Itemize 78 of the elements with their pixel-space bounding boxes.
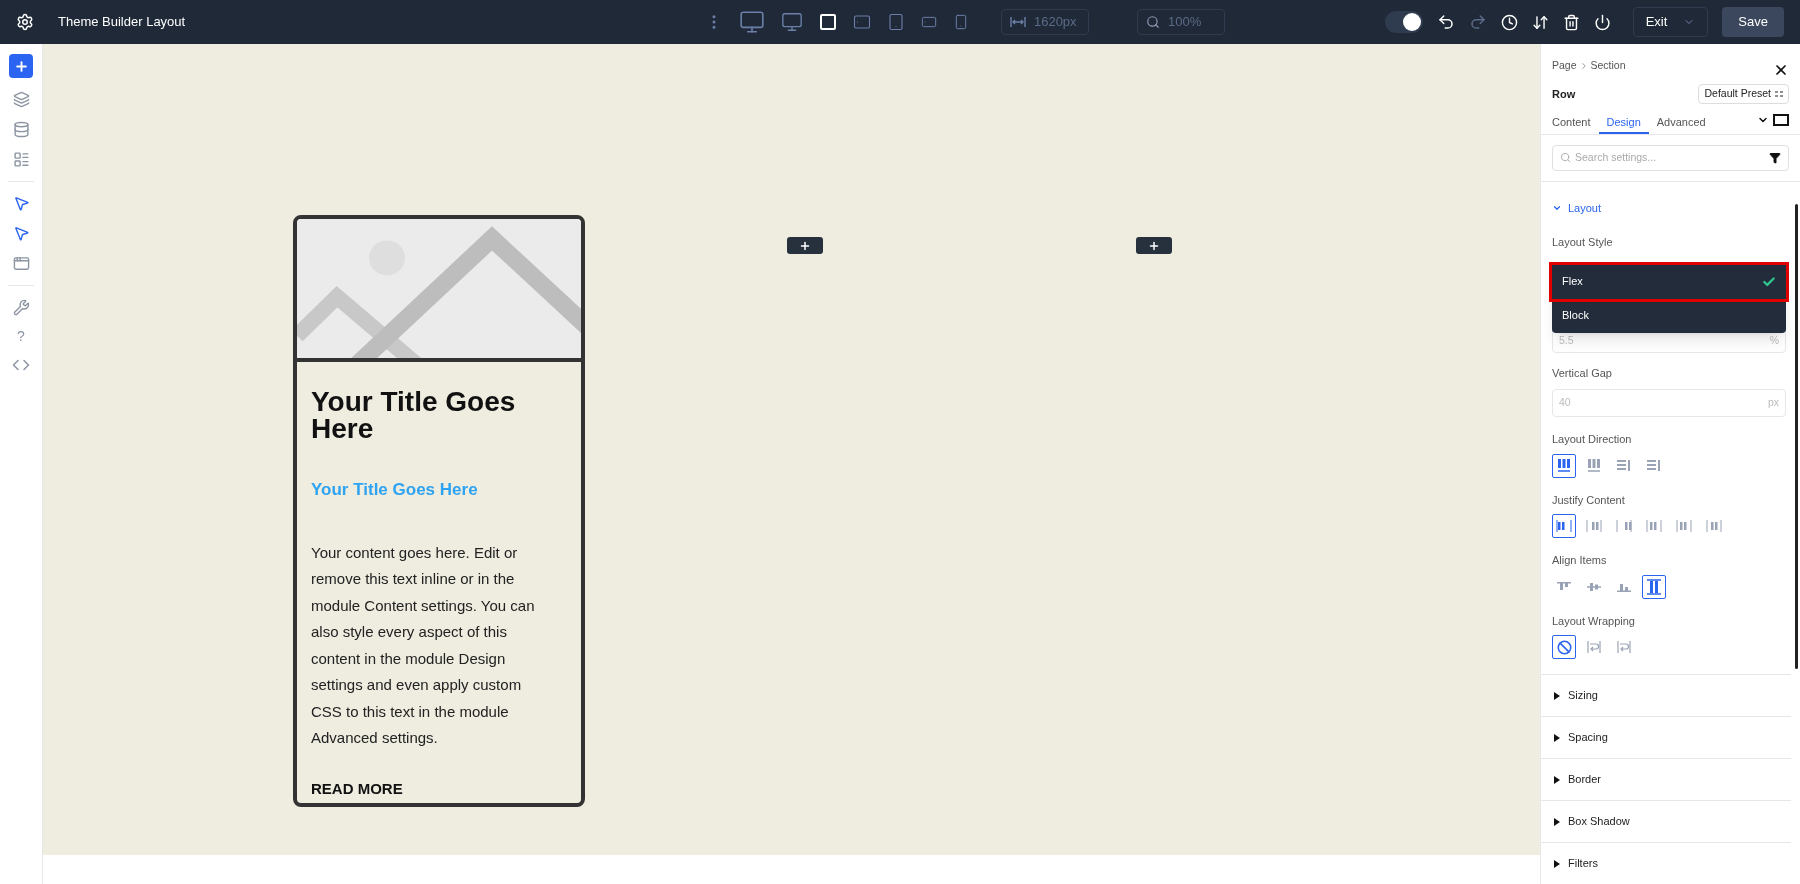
search-icon xyxy=(1560,152,1571,163)
preset-icon xyxy=(1775,91,1783,97)
section-title[interactable]: Layout xyxy=(1568,199,1602,216)
justify-option-icon xyxy=(1616,518,1632,534)
trash-icon[interactable] xyxy=(1562,13,1580,31)
plus-icon xyxy=(13,58,29,74)
option-button[interactable] xyxy=(1642,574,1666,599)
cursor-icon[interactable] xyxy=(12,195,30,212)
search-icon xyxy=(1145,15,1160,29)
sort-icon[interactable] xyxy=(1531,13,1549,31)
card-subtitle: Your Title Goes Here xyxy=(311,479,479,501)
section-header[interactable]: Sizing xyxy=(1541,674,1791,716)
option-button[interactable] xyxy=(1552,514,1576,538)
plus-icon xyxy=(799,239,811,252)
breadcrumb-link[interactable]: Page xyxy=(1552,58,1577,74)
field-label: Align Items xyxy=(1552,553,1608,568)
justify-option-icon xyxy=(1556,518,1572,534)
undo-icon[interactable] xyxy=(1436,13,1455,31)
field-label: Justify Content xyxy=(1552,492,1626,508)
breadcrumb-link[interactable]: Section xyxy=(1590,58,1626,74)
close-icon[interactable] xyxy=(1773,62,1789,78)
tools-icon[interactable] xyxy=(12,299,30,316)
cursor-icon[interactable] xyxy=(12,225,30,242)
card-body: Your content goes here. Edit or remove this text inline or in the module Content settings. You can also style every aspect of this content in the module Design settings and even apply custom CSS to this text in the module Advanced settings. xyxy=(311,542,536,748)
align-option-icon xyxy=(1586,581,1602,592)
plus-icon xyxy=(1148,239,1160,252)
settings-icon[interactable] xyxy=(16,13,34,31)
field-label: Layout Direction xyxy=(1552,432,1633,447)
justify-option-icon xyxy=(1706,518,1722,534)
align-option-icon xyxy=(1556,581,1572,592)
scrollbar[interactable] xyxy=(1795,204,1798,669)
layers-icon[interactable] xyxy=(12,91,30,108)
list-icon[interactable] xyxy=(12,151,30,168)
section-header[interactable]: Box Shadow xyxy=(1541,800,1791,842)
field-label: Vertical Gap xyxy=(1552,365,1613,381)
option-button[interactable] xyxy=(1552,635,1576,659)
direction-option-icon xyxy=(1646,457,1662,474)
add-button[interactable] xyxy=(9,54,33,78)
element-name: Row xyxy=(1552,86,1576,102)
justify-option-icon xyxy=(1646,518,1662,534)
section-header[interactable]: Border xyxy=(1541,758,1791,800)
panel-tab[interactable]: Content xyxy=(1552,112,1599,134)
width-icon xyxy=(1009,16,1026,28)
window-icon[interactable] xyxy=(12,255,30,272)
menu-item[interactable]: Flex xyxy=(1552,264,1786,299)
read-more-link[interactable]: READ MORE xyxy=(311,777,567,800)
power-icon[interactable] xyxy=(1593,13,1611,31)
save-button[interactable]: Save xyxy=(1722,7,1784,37)
direction-option-icon xyxy=(1586,457,1602,474)
align-option-icon xyxy=(1616,581,1632,592)
exit-button[interactable]: Exit xyxy=(1632,7,1709,37)
layout-title: Theme Builder Layout xyxy=(58,13,186,32)
wrap-option-icon xyxy=(1616,639,1632,655)
add-module-button[interactable] xyxy=(787,237,823,254)
preset-dropdown[interactable]: Default Preset xyxy=(1698,84,1789,104)
section-header[interactable]: Filters xyxy=(1541,842,1791,884)
field-label: Layout Wrapping xyxy=(1552,613,1636,629)
card-title: Your Title Goes Here xyxy=(311,388,517,442)
panel-tab[interactable]: Advanced xyxy=(1648,112,1714,134)
field-label: Layout Style xyxy=(1552,235,1614,250)
no-wrap-icon xyxy=(1556,639,1572,655)
history-icon[interactable] xyxy=(1500,13,1518,31)
justify-option-icon xyxy=(1586,518,1602,534)
database-icon[interactable] xyxy=(12,121,30,138)
direction-option-icon xyxy=(1616,457,1632,474)
align-option-icon xyxy=(1646,578,1662,595)
wrap-option-icon xyxy=(1586,639,1602,655)
add-module-button[interactable] xyxy=(1136,237,1172,254)
option-button[interactable] xyxy=(1552,453,1576,478)
panel-tab[interactable]: Design xyxy=(1598,112,1649,134)
theme-toggle[interactable] xyxy=(1384,11,1423,33)
filter-icon[interactable] xyxy=(1769,151,1781,164)
device-icon[interactable] xyxy=(818,13,837,31)
direction-option-icon xyxy=(1556,457,1572,474)
justify-option-icon xyxy=(1676,518,1692,534)
check-icon xyxy=(1762,274,1776,289)
section-header[interactable]: Spacing xyxy=(1541,716,1791,758)
device-preview-icon[interactable] xyxy=(1773,113,1789,126)
